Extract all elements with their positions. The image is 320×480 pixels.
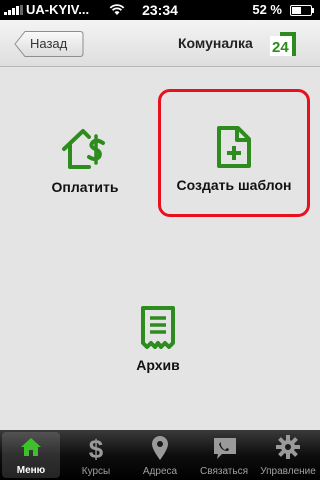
main-menu: Оплатить Создать шаблон Архив <box>0 67 320 430</box>
svg-text:24: 24 <box>272 39 289 56</box>
document-plus-icon <box>217 126 251 168</box>
battery-percentage: 52 % <box>252 2 282 17</box>
bank-logo: 24 <box>270 32 296 61</box>
svg-text:$: $ <box>89 435 104 461</box>
tab-addresses[interactable]: Адреса <box>128 430 192 480</box>
tab-rates-label: Курсы <box>81 466 111 477</box>
chat-phone-icon <box>214 438 236 459</box>
tab-menu[interactable]: Меню <box>2 432 60 478</box>
pay-label: Оплатить <box>51 179 119 195</box>
create-template-tile[interactable]: Создать шаблон <box>158 89 310 217</box>
tab-menu-label: Меню <box>16 465 46 476</box>
tab-contact[interactable]: Связаться <box>192 430 256 480</box>
navigation-bar: Назад Комуналка 24 <box>0 20 320 67</box>
back-button-label: Назад <box>30 36 68 51</box>
battery-icon <box>290 5 314 16</box>
tab-bar: Меню $ Курсы Адреса Связаться Управление <box>0 430 320 480</box>
gear-icon <box>276 435 300 459</box>
tab-settings-label: Управление <box>260 466 316 477</box>
archive-label: Архив <box>136 357 180 373</box>
tab-addresses-label: Адреса <box>142 466 178 477</box>
location-pin-icon <box>152 436 168 460</box>
tab-settings[interactable]: Управление <box>256 430 320 480</box>
dollar-icon: $ <box>89 435 104 461</box>
house-dollar-icon <box>62 129 105 169</box>
tab-rates[interactable]: $ Курсы <box>64 430 128 480</box>
create-template-label: Создать шаблон <box>176 177 292 193</box>
pay-tile[interactable]: Оплатить <box>40 127 130 195</box>
archive-receipt-icon <box>141 306 175 349</box>
tab-contact-label: Связаться <box>200 466 248 477</box>
back-button[interactable]: Назад <box>14 30 84 58</box>
status-bar: UA-KYIV... 23:34 52 % <box>0 0 320 20</box>
page-title: Комуналка <box>178 35 253 51</box>
archive-tile[interactable]: Архив <box>118 305 198 373</box>
home-icon <box>21 438 41 456</box>
